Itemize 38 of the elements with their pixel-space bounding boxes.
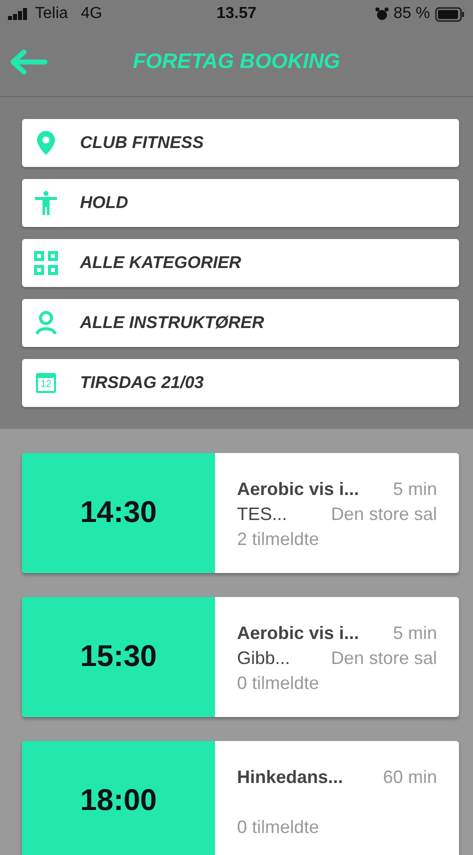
filter-field[interactable]: HOLD — [22, 179, 459, 227]
battery-icon — [435, 6, 465, 22]
class-time: 15:30 — [80, 640, 157, 674]
user-icon — [34, 311, 58, 335]
signal-icon — [8, 8, 30, 20]
calendar-icon: 12 — [36, 373, 56, 393]
battery-percent: 85 % — [394, 5, 430, 23]
clock: 13.57 — [215, 5, 258, 23]
class-card[interactable]: 15:30 Aerobic vis i... 5 min Gibb... Den store sal 0 tilmeldte — [22, 597, 459, 717]
class-card[interactable]: 18:00 Hinkedans... 60 min 0 tilmeldte — [22, 741, 459, 855]
signup-count: 2 tilmeldte — [237, 529, 320, 550]
class-duration: 60 min — [382, 767, 437, 788]
filter-field[interactable]: CLUB FITNESS — [22, 119, 459, 167]
filter-field[interactable]: 12 TIRSDAG 21/03 — [22, 359, 459, 407]
signup-count: 0 tilmeldte — [237, 673, 320, 694]
class-duration: 5 min — [392, 479, 437, 500]
class-duration: 5 min — [392, 623, 437, 644]
room-name: Den store sal — [330, 648, 437, 669]
network: 4G — [80, 5, 102, 23]
back-arrow-icon[interactable] — [10, 49, 48, 75]
filter-field[interactable]: ALLE INSTRUKTØRER — [22, 299, 459, 347]
filter-field[interactable]: ALLE KATEGORIER — [22, 239, 459, 287]
instructor-name: Gibb... — [237, 648, 290, 669]
location-pin-icon — [34, 131, 58, 155]
class-time: 14:30 — [80, 496, 157, 530]
class-title: Aerobic vis i... — [237, 479, 360, 500]
grid-icon — [34, 251, 58, 275]
alarm-icon — [374, 7, 389, 21]
signup-count: 0 tilmeldte — [237, 817, 320, 838]
instructor-name: TES... — [237, 504, 288, 525]
class-card[interactable]: 14:30 Aerobic vis i... 5 min TES... Den store sal 2 tilmeldte — [22, 453, 459, 573]
page-title: FORETAG BOOKING — [132, 50, 340, 74]
person-icon — [34, 191, 58, 215]
room-name: Den store sal — [330, 504, 437, 525]
class-title: Hinkedans... — [237, 767, 344, 788]
carrier: Telia — [35, 5, 68, 23]
class-title: Aerobic vis i... — [237, 623, 360, 644]
class-time: 18:00 — [80, 784, 157, 818]
